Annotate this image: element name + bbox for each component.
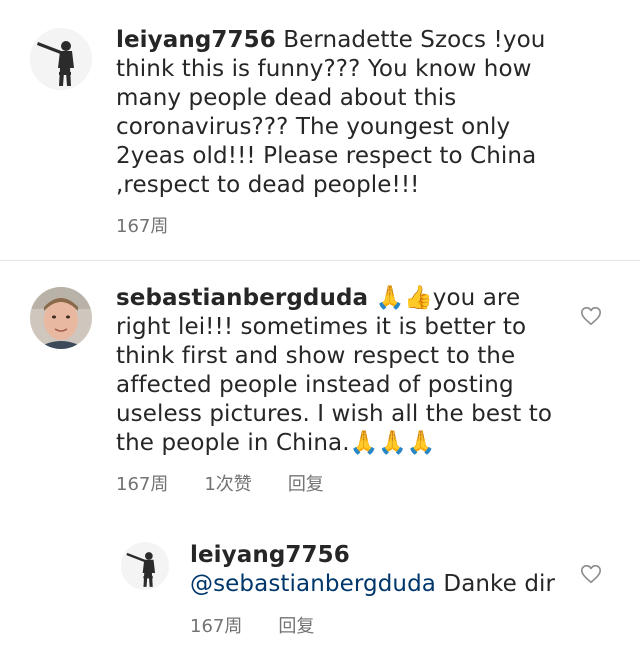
reply-meta: 167周 回复 [190, 612, 314, 638]
comment-meta: 167周 [116, 212, 168, 238]
man-photo-avatar [30, 287, 92, 349]
reply-button[interactable]: 回复 [288, 470, 324, 496]
avatar[interactable] [30, 287, 92, 349]
praying-hands-thumbs-up-emoji: 🙏👍 [368, 285, 433, 311]
likes-count-button[interactable]: 1次赞 [204, 470, 251, 496]
comment-time: 167周 [116, 474, 169, 495]
reply-username[interactable]: leiyang7756 [190, 541, 570, 570]
comment-username[interactable]: leiyang7756 [116, 27, 276, 53]
reply-button[interactable]: 回复 [278, 612, 314, 638]
comment-text: leiyang7756 Bernadette Szocs !you think … [116, 26, 586, 200]
reply-body: Danke dir [435, 571, 556, 597]
avatar[interactable] [121, 542, 169, 590]
divider [0, 260, 640, 261]
heart-outline-icon[interactable] [580, 305, 602, 327]
praying-hands-emoji: 🙏🙏🙏 [349, 430, 436, 456]
comment-meta: 167周 1次赞 回复 [116, 470, 324, 496]
comment-time: 167周 [116, 216, 169, 237]
avatar[interactable] [30, 28, 92, 90]
reply-text: leiyang7756 @sebastianbergduda Danke dir [190, 541, 570, 599]
heart-outline-icon[interactable] [580, 563, 602, 585]
soldier-silhouette-avatar [121, 542, 169, 590]
comment-username[interactable]: sebastianbergduda [116, 285, 368, 311]
reply-time: 167周 [190, 616, 243, 637]
mention-link[interactable]: @sebastianbergduda [190, 571, 436, 597]
soldier-silhouette-avatar [30, 28, 92, 90]
comment-text: sebastianbergduda 🙏👍you are right lei!!!… [116, 284, 566, 458]
